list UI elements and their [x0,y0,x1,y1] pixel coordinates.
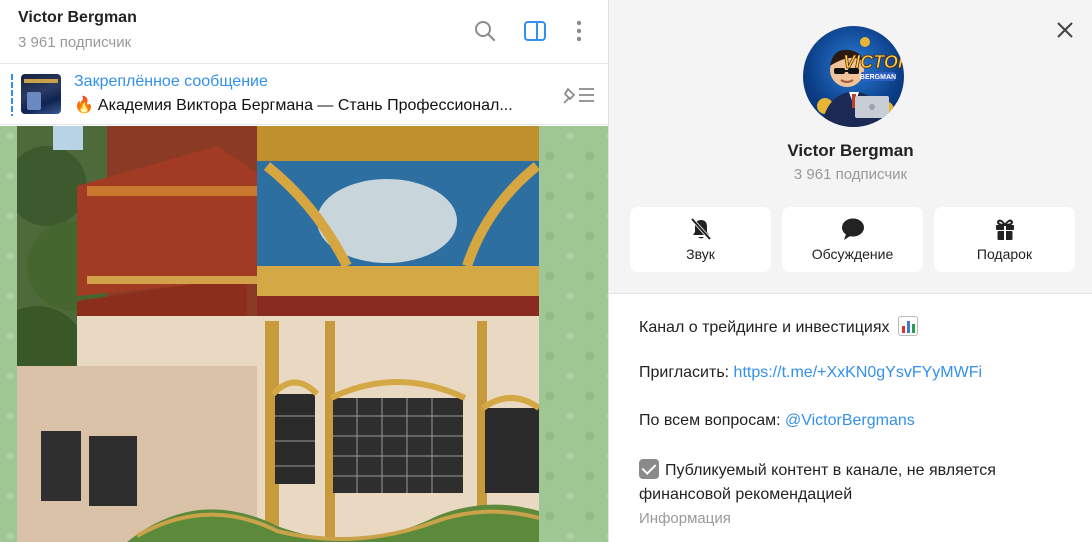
gift-icon [994,217,1016,241]
invite-link[interactable]: https://t.me/+XxKN0gYsvFYyMWFi [734,364,983,381]
search-icon[interactable] [472,18,498,44]
pinned-thumbnail [21,74,61,114]
bar-chart-emoji-icon [897,316,918,336]
questions-label: По всем вопросам: [639,412,785,429]
discussion-button[interactable]: Обсуждение [782,207,923,272]
discussion-button-label: Обсуждение [811,246,894,262]
pinned-list-icon[interactable] [560,83,596,107]
channel-title[interactable]: Victor Bergman [18,9,137,27]
disclaimer-text: Публикуемый контент в канале, не являетс… [639,462,996,503]
channel-subscriber-count: 3 961 подписчик [18,34,132,51]
profile-subscriber-count: 3 961 подписчик [793,166,908,183]
contact-username-link[interactable]: @VictorBergmans [785,412,915,429]
profile-name: Victor Bergman [787,141,914,160]
avatar-title-text: VICTOR [843,52,904,72]
invite-line: Пригласить: https://t.me/+XxKN0gYsvFYyMW… [639,364,982,382]
info-section-label: Информация [639,510,731,527]
channel-info-panel: VICTOR BERGMAN Victor Bergman 3 961 подп… [609,0,1092,542]
fire-emoji: 🔥 [74,97,94,114]
pinned-text-content: Академия Виктора Бергмана — Стань Профес… [97,97,513,114]
message-photo[interactable] [17,126,539,542]
chat-bubble-icon [841,217,865,241]
more-vertical-icon[interactable] [566,18,592,44]
mute-button[interactable]: Звук [630,207,771,272]
avatar[interactable]: VICTOR BERGMAN [803,26,904,127]
check-mark-icon [639,459,659,479]
invite-label: Пригласить: [639,364,734,381]
sidebar-toggle-icon[interactable] [522,18,548,44]
avatar-subtitle-text: BERGMAN [860,74,896,81]
pinned-title: Закреплённое сообщение [74,73,268,90]
mute-button-label: Звук [686,246,715,262]
pinned-indicator [11,74,13,116]
questions-line: По всем вопросам: @VictorBergmans [639,412,915,430]
chat-pane: Victor Bergman 3 961 подписчик Закреплён… [0,0,609,542]
gift-button-label: Подарок [976,246,1033,262]
pinned-text: 🔥 Академия Виктора Бергмана — Стань Профе… [74,95,542,115]
channel-description-text: Канал о трейдинге и инвестициях [639,319,890,336]
disclaimer: Публикуемый контент в канале, не являетс… [639,459,1059,507]
channel-info-section: Канал о трейдинге и инвестициях Пригласи… [609,293,1092,542]
bell-muted-icon [690,217,712,241]
channel-description: Канал о трейдинге и инвестициях [639,316,918,337]
close-icon[interactable] [1052,17,1078,43]
gift-button[interactable]: Подарок [934,207,1075,272]
pinned-message-bar[interactable]: Закреплённое сообщение 🔥 Академия Виктора… [0,65,608,125]
chat-header[interactable]: Victor Bergman 3 961 подписчик [0,0,608,64]
